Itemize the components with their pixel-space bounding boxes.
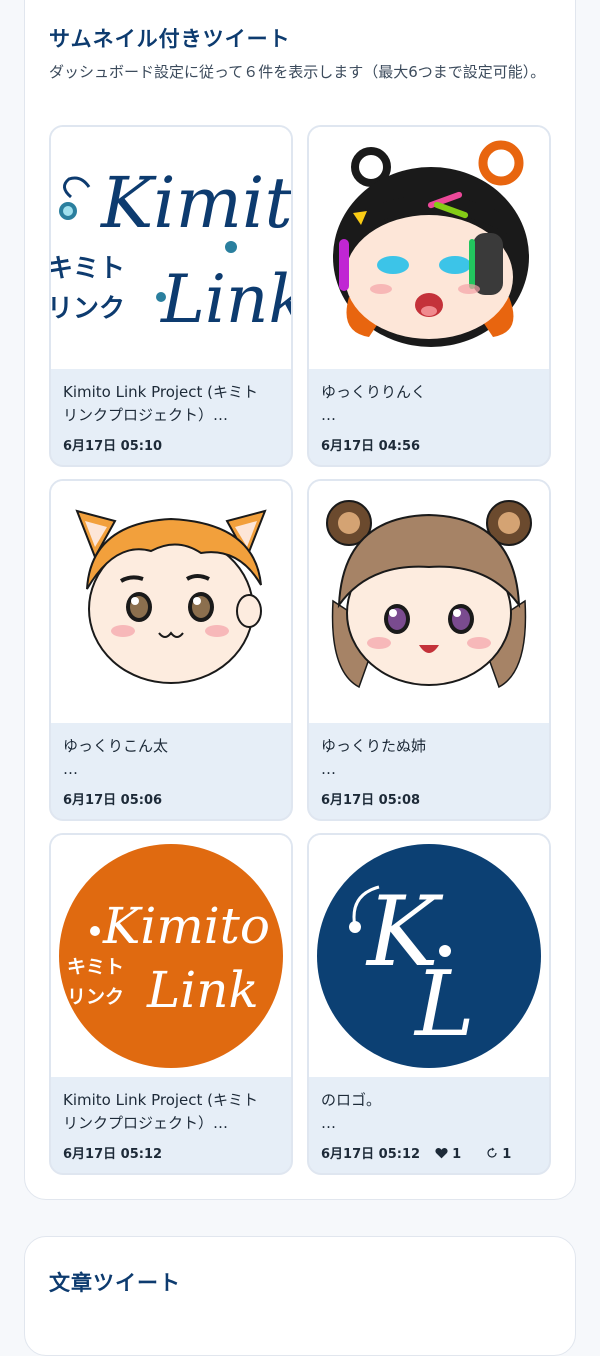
svg-text:キミト: キミト (67, 956, 124, 978)
kimito-link-orange-circle-logo: Kimito キミト リンク Link (51, 835, 291, 1077)
section-title: 文章ツイート (49, 1271, 181, 1295)
retweet-icon (487, 1147, 497, 1158)
kimito-link-logo-text-image: Kimito キミト リンク Link (51, 127, 291, 369)
yukkuri-tanunee-character-image (309, 481, 549, 723)
section-description: ダッシュボード設定に従って６件を表示します（最大6つまで設定可能）。 (49, 63, 546, 81)
tweet-text: Kimito Link Project (キミト リンクプロジェクト）… (63, 383, 259, 424)
thumbnail-tweets-section: サムネイル付きツイート ダッシュボード設定に従って６件を表示します（最大6つまで… (24, 0, 576, 1200)
tweet-text: Kimito Link Project (キミト リンクプロジェクト）… (63, 1091, 259, 1132)
tweet-date: 6月17日 04:56 (321, 439, 421, 454)
heart-icon (434, 1148, 448, 1159)
tweet-text: のロゴ。 … (321, 1091, 382, 1132)
tweet-card[interactable]: ゆっくりこん太 … 6月17日 05:06 (49, 479, 293, 821)
tweet-meta: 6月17日 05:12 1 1 (321, 1143, 531, 1162)
svg-text:リンク: リンク (67, 986, 124, 1008)
svg-text:キミト: キミト (51, 254, 125, 284)
tweet-text: ゆっくりこん太 … (63, 737, 169, 778)
yukkuri-konta-character-image (51, 481, 291, 723)
svg-text:リンク: リンク (51, 294, 125, 324)
kl-blue-circle-logo: K L (309, 835, 549, 1077)
like-count[interactable]: 1 (434, 1147, 476, 1162)
svg-text:Link: Link (146, 961, 259, 1019)
svg-text:Kimito: Kimito (102, 897, 270, 955)
section-title: サムネイル付きツイート (49, 27, 291, 51)
tweet-card[interactable]: ゆっくりたぬ姉 … 6月17日 05:08 (307, 479, 551, 821)
svg-text:Link: Link (160, 261, 291, 338)
tweet-text: ゆっくりりんく … (321, 383, 427, 424)
svg-text:L: L (413, 952, 475, 1057)
tweet-card[interactable]: Kimito キミト リンク Link Kimito Link Project … (49, 833, 293, 1175)
tweet-date: 6月17日 05:10 (63, 439, 163, 454)
tweet-text: ゆっくりたぬ姉 … (321, 737, 427, 778)
yukkuri-rinku-character-image (309, 127, 549, 369)
svg-text:Kimito: Kimito (99, 162, 291, 244)
text-tweets-section: 文章ツイート (24, 1236, 576, 1356)
tweet-date: 6月17日 05:08 (321, 793, 421, 808)
tweet-card[interactable]: ゆっくりりんく … 6月17日 04:56 (307, 125, 551, 467)
tweet-card[interactable]: K L のロゴ。 … 6月17日 05:12 1 1 (307, 833, 551, 1175)
tweet-date: 6月17日 05:12 (321, 1147, 421, 1162)
tweet-date: 6月17日 05:06 (63, 793, 163, 808)
tweet-date: 6月17日 05:12 (63, 1147, 163, 1162)
tweet-card[interactable]: Kimito キミト リンク Link Kimito Link Project … (49, 125, 293, 467)
retweet-count[interactable]: 1 (486, 1147, 522, 1162)
